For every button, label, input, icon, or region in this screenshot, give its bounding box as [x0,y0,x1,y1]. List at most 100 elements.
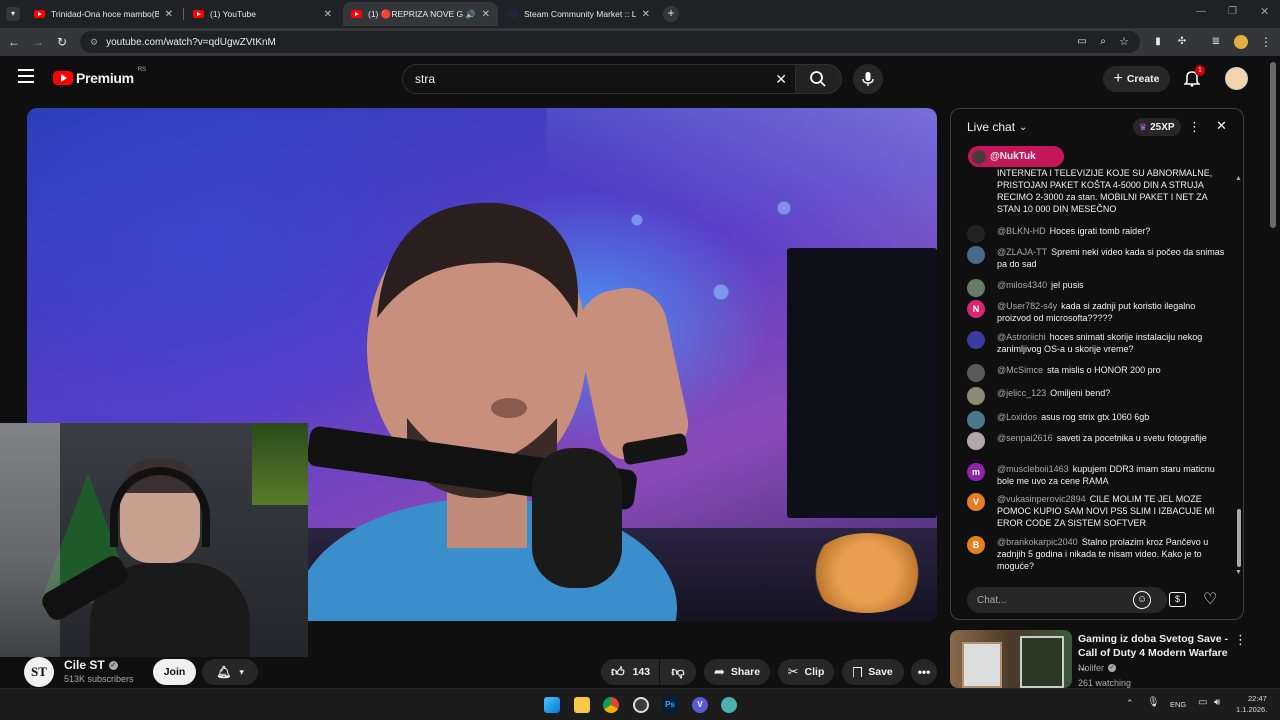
create-button[interactable]: + Create [1103,66,1170,92]
bookmark-star-icon[interactable]: ☆ [1116,34,1132,50]
reading-list-icon[interactable]: ≣ [1208,34,1224,50]
page-scrollbar[interactable] [1270,62,1276,228]
chat-author-name[interactable]: @ZLAJA-TT [997,247,1047,257]
reload-icon[interactable]: ↻ [54,34,70,50]
chat-message[interactable]: N @User782-s4y kada si zadnji put koristio… [967,300,1229,324]
save-button[interactable]: Save [842,659,904,685]
channel-name[interactable]: Cile ST ✓ [64,658,118,672]
chat-author-avatar[interactable]: m [967,463,985,481]
browser-tab-active[interactable]: (1) 🔴REPRIZA NOVE GODI 🔊 ✕ [343,2,498,26]
audio-playing-icon[interactable]: 🔊 [466,10,476,19]
minimize-window-icon[interactable]: — [1196,6,1206,17]
chat-author-avatar[interactable] [967,331,985,349]
chat-author-name[interactable]: @vukasinperovic2894 [997,494,1086,504]
clear-search-icon[interactable]: ✕ [775,71,787,88]
channel-avatar[interactable]: ST [24,657,54,687]
volume-icon[interactable]: 🔊︎ [1214,697,1220,708]
new-tab-icon[interactable]: + [663,6,679,22]
hamburger-menu-icon[interactable] [18,69,34,83]
tab-search-button[interactable]: ▾ [6,7,20,21]
file-explorer-icon[interactable] [574,697,590,713]
tab-close-icon[interactable]: ✕ [482,9,490,20]
forward-arrow-icon[interactable]: → [30,34,46,50]
site-info-icon[interactable]: ⚙ [90,37,98,48]
chat-message[interactable]: @BLKN-HD Hoces igrati tomb raider? [967,225,1229,243]
dislike-button[interactable]: 👎︎ [660,659,696,685]
chat-author-avatar[interactable] [967,432,985,450]
chat-author-avatar[interactable] [967,246,985,264]
profile-avatar-icon[interactable] [1234,35,1248,49]
heart-icon[interactable]: ♡ [1203,589,1217,609]
clip-button[interactable]: ✂ Clip [778,659,834,685]
chat-message[interactable]: @ZLAJA-TT Spremi neki video kada si počeo… [967,246,1229,270]
language-indicator[interactable]: ENG [1170,700,1186,709]
chat-author-avatar[interactable] [967,387,985,405]
more-actions-button[interactable]: ••• [911,659,937,685]
chat-author-name[interactable]: @muscleboii1463 [997,464,1069,474]
back-arrow-icon[interactable]: ← [6,34,22,50]
emoji-picker-icon[interactable]: ☺ [1133,591,1151,609]
chat-author-name[interactable]: @milos4340 [997,280,1047,290]
account-avatar[interactable] [1225,67,1248,90]
tab-close-icon[interactable]: ✕ [642,9,650,20]
chat-author-name[interactable]: @User782-s4y [997,301,1057,311]
clock-time[interactable]: 22:47 [1248,694,1267,703]
chat-message[interactable]: @milos4340 jel pusis [967,279,1229,297]
zoom-icon[interactable]: ⌕ [1095,34,1111,50]
chat-menu-icon[interactable]: ⋮ [1188,119,1201,135]
chat-author-avatar[interactable] [967,411,985,429]
app-icon[interactable] [721,697,737,713]
chat-message[interactable]: B @brankokarpic2040 Stalno prolazim kroz P… [967,536,1229,572]
join-button[interactable]: Join [153,659,196,685]
tab-close-icon[interactable]: ✕ [165,9,173,20]
chat-author-avatar[interactable] [967,364,985,382]
search-button[interactable] [796,64,842,94]
chat-author-avatar[interactable]: N [967,300,985,318]
cast-icon[interactable]: ▭ [1074,34,1090,50]
chat-scrollbar[interactable] [1237,509,1241,567]
chat-author-name[interactable]: @brankokarpic2040 [997,537,1078,547]
address-bar[interactable]: ⚙ youtube.com/watch?v=qdUgwZVtKnM [80,31,1140,53]
chat-message[interactable]: m @muscleboii1463 kupujem DDR3 imam staru … [967,463,1229,487]
voice-search-button[interactable] [853,64,883,94]
chat-author-name[interactable]: @BLKN-HD [997,226,1046,236]
notifications-button[interactable]: 1 [1183,65,1205,89]
extensions-puzzle-icon[interactable]: ✣ [1174,34,1190,50]
chat-message[interactable]: @Loxidos asus rog strix gtx 1060 6gb [967,411,1229,429]
chat-author-avatar[interactable] [967,279,985,297]
chat-message[interactable]: @jelicc_123 Omiljeni bend? [967,387,1229,405]
recommended-menu-icon[interactable]: ⋮ [1234,632,1247,648]
browser-tab[interactable]: (1) YouTube ✕ [185,2,340,26]
chat-author-avatar[interactable]: V [967,493,985,511]
chat-scroll-down-icon[interactable]: ▼ [1235,569,1242,576]
xp-badge[interactable]: ♛ 25XP [1133,118,1181,136]
chat-message[interactable]: V @vukasinperovic2894 CILE MOLIM TE JEL MO… [967,493,1229,529]
chat-message[interactable]: @McSimce sta mislis o HONOR 200 pro [967,364,1229,382]
close-chat-icon[interactable]: ✕ [1216,118,1227,134]
chat-author-name[interactable]: @senpai2616 [997,433,1053,443]
search-input[interactable]: stra ✕ [402,64,796,94]
youtube-logo[interactable]: Premium RS [53,67,146,86]
chat-scroll-up-icon[interactable]: ▲ [1235,175,1242,182]
chat-author-name[interactable]: @jelicc_123 [997,388,1046,398]
extension-icon[interactable]: ▮ [1150,34,1166,50]
vpn-icon[interactable]: V [692,697,708,713]
tab-close-icon[interactable]: ✕ [324,9,332,20]
chat-author-avatar[interactable]: B [967,536,985,554]
chat-author-name[interactable]: @Astroriichi [997,332,1046,342]
super-chat-icon[interactable]: $ [1169,592,1186,607]
obs-icon[interactable] [633,697,649,713]
restore-window-icon[interactable]: ❐ [1228,6,1237,17]
browser-tab[interactable]: Steam Community Market :: Lis ✕ [500,2,658,26]
browser-menu-icon[interactable]: ⋮ [1258,34,1274,50]
chat-message[interactable]: @Astroriichi hoces snimati skorije instal… [967,331,1229,355]
network-icon[interactable]: ▭ [1198,697,1207,708]
chat-message[interactable]: @senpai2616 saveti za pocetnika u svetu f… [967,432,1229,450]
tray-chevron-icon[interactable]: ⌃ [1126,698,1134,709]
chat-mode-selector[interactable]: Live chat ⌄ [967,120,1027,134]
like-button[interactable]: 👍︎ 143 [601,659,659,685]
windows-start-icon[interactable] [544,697,560,713]
photoshop-icon[interactable]: Ps [662,697,678,713]
subscribed-notifications-button[interactable]: 🔔︎ ▾ [202,659,258,685]
pinned-user-chip[interactable]: @NukTuk [968,146,1064,167]
